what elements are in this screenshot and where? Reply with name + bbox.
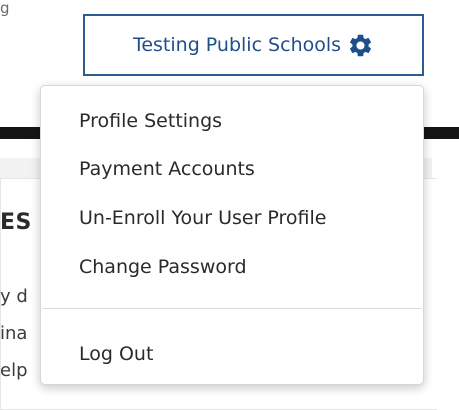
user-dropdown-menu: Profile Settings Payment Accounts Un-Enr… — [40, 85, 424, 385]
body-text-line: elp — [0, 360, 28, 381]
section-heading: ES — [0, 210, 32, 235]
page-top-text-fragment: g — [0, 0, 10, 16]
gear-icon — [347, 32, 374, 59]
school-selector-label: Testing Public Schools — [132, 34, 342, 56]
menu-item-unenroll-profile[interactable]: Un-Enroll Your User Profile — [79, 206, 327, 230]
body-text-line: ina — [0, 323, 28, 344]
menu-item-log-out[interactable]: Log Out — [79, 342, 153, 366]
menu-divider — [42, 308, 422, 309]
menu-item-payment-accounts[interactable]: Payment Accounts — [79, 157, 255, 181]
menu-item-profile-settings[interactable]: Profile Settings — [79, 109, 222, 133]
body-text-line: y d — [0, 286, 28, 307]
school-selector-button[interactable]: Testing Public Schools — [83, 14, 424, 76]
menu-item-change-password[interactable]: Change Password — [79, 255, 247, 279]
